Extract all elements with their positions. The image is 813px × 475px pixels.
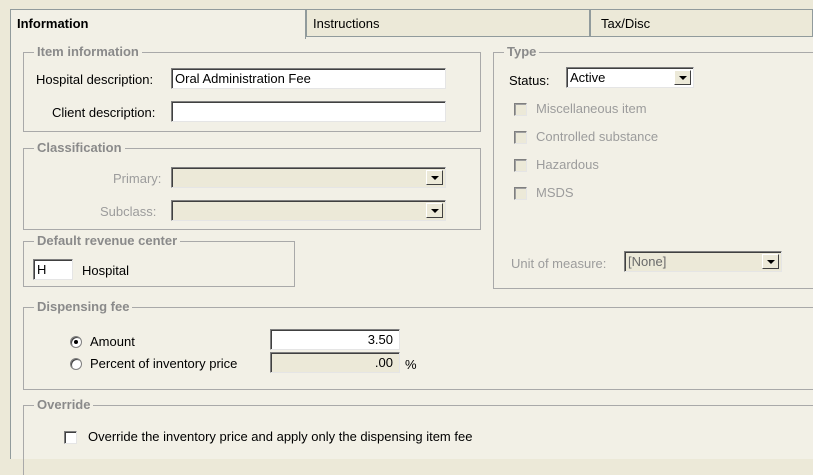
hospital-description-label: Hospital description: bbox=[36, 72, 154, 87]
override-label: Override the inventory price and apply o… bbox=[88, 429, 473, 444]
tab-tax-disc[interactable]: Tax/Disc bbox=[590, 9, 813, 37]
subclass-select[interactable] bbox=[171, 200, 446, 221]
override-legend: Override bbox=[34, 397, 94, 413]
chevron-down-icon[interactable] bbox=[426, 170, 443, 185]
controlled-substance-checkbox[interactable] bbox=[514, 131, 527, 144]
revenue-center-group: Default revenue center H Hospital bbox=[23, 233, 295, 287]
unit-of-measure-value: [None] bbox=[628, 254, 667, 269]
unit-of-measure-label: Unit of measure: bbox=[511, 256, 607, 271]
status-value: Active bbox=[570, 70, 606, 85]
msds-label: MSDS bbox=[536, 185, 574, 200]
chevron-down-icon[interactable] bbox=[426, 203, 443, 218]
revenue-center-legend: Default revenue center bbox=[34, 233, 181, 249]
unit-of-measure-select[interactable]: [None] bbox=[624, 251, 782, 272]
subclass-label: Subclass: bbox=[100, 204, 157, 219]
classification-legend: Classification bbox=[34, 140, 125, 156]
amount-radio[interactable] bbox=[70, 336, 82, 348]
amount-label: Amount bbox=[90, 334, 135, 349]
client-description-label: Client description: bbox=[52, 105, 156, 120]
client-description-input[interactable] bbox=[171, 101, 446, 122]
tab-strip: Information Instructions Tax/Disc bbox=[10, 9, 813, 39]
type-legend: Type bbox=[504, 44, 540, 60]
item-information-group: Item information Hospital description: O… bbox=[23, 44, 481, 132]
amount-input[interactable]: 3.50 bbox=[270, 329, 400, 350]
miscellaneous-item-checkbox[interactable] bbox=[514, 103, 527, 116]
dispensing-fee-legend: Dispensing fee bbox=[34, 299, 133, 315]
hazardous-checkbox[interactable] bbox=[514, 159, 527, 172]
hospital-description-input[interactable]: Oral Administration Fee bbox=[171, 68, 446, 89]
percent-label: Percent of inventory price bbox=[90, 356, 238, 371]
status-select[interactable]: Active bbox=[566, 67, 694, 88]
primary-label: Primary: bbox=[113, 171, 162, 186]
tab-instructions[interactable]: Instructions bbox=[306, 9, 590, 37]
primary-select[interactable] bbox=[171, 167, 446, 188]
controlled-substance-label: Controlled substance bbox=[536, 129, 659, 144]
revenue-center-name: Hospital bbox=[82, 263, 129, 278]
dispensing-fee-group: Dispensing fee Amount 3.50 Percent of in… bbox=[23, 299, 813, 390]
item-information-legend: Item information bbox=[34, 44, 142, 60]
hazardous-label: Hazardous bbox=[536, 157, 599, 172]
override-group: Override Override the inventory price an… bbox=[23, 397, 813, 475]
percent-input[interactable]: .00 bbox=[270, 352, 400, 373]
information-panel: Item information Hospital description: O… bbox=[10, 36, 813, 475]
percent-radio[interactable] bbox=[70, 358, 82, 370]
revenue-center-code-input[interactable]: H bbox=[33, 259, 73, 280]
miscellaneous-item-label: Miscellaneous item bbox=[536, 101, 647, 116]
tab-information[interactable]: Information bbox=[10, 9, 306, 39]
chevron-down-icon[interactable] bbox=[762, 254, 779, 269]
percent-suffix: % bbox=[405, 357, 417, 372]
chevron-down-icon[interactable] bbox=[674, 70, 691, 85]
status-label: Status: bbox=[509, 73, 550, 88]
classification-group: Classification Primary: Subclass: bbox=[23, 140, 481, 230]
msds-checkbox[interactable] bbox=[514, 187, 527, 200]
override-checkbox[interactable] bbox=[64, 431, 77, 444]
type-group: Type Status: Active Miscellaneous item C… bbox=[493, 44, 813, 289]
